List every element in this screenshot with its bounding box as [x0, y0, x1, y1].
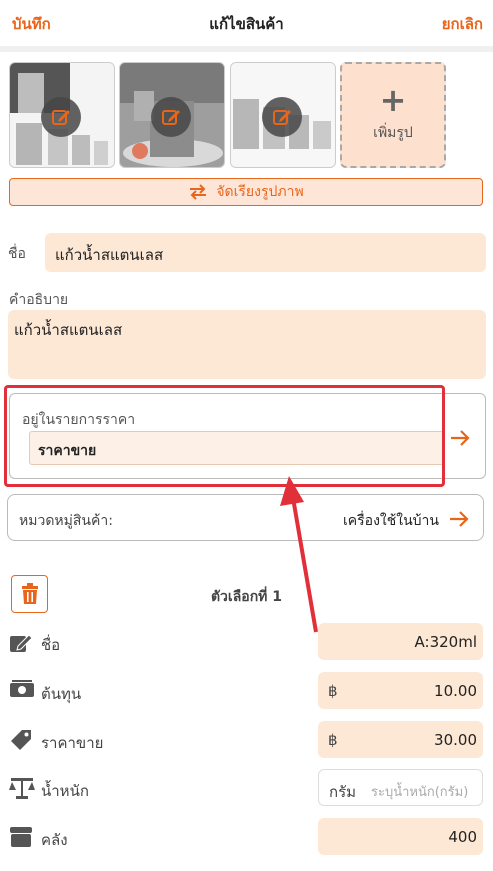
category-label: หมวดหมู่สินค้า: — [19, 513, 113, 529]
variant-name-field[interactable]: A:320ml — [318, 623, 483, 660]
plus-icon: + — [379, 81, 407, 119]
cost-value: 10.00 — [434, 682, 477, 700]
currency-prefix: ฿ — [328, 682, 338, 700]
arrange-photos-label: จัดเรียงรูปภาพ — [216, 184, 304, 200]
swap-arrows-icon — [190, 184, 207, 200]
money-icon — [10, 680, 34, 697]
annotation-arrow — [280, 476, 318, 633]
arrange-photos-button[interactable]: จัดเรียงรูปภาพ — [9, 178, 483, 206]
edit-photo-1-button[interactable] — [41, 97, 81, 137]
edit-photo-2-button[interactable] — [151, 97, 191, 137]
description-label: คำอธิบาย — [9, 292, 69, 308]
price-value: 30.00 — [434, 731, 477, 749]
cost-label: ต้นทุน — [41, 685, 82, 703]
product-photo-1[interactable] — [9, 62, 115, 168]
weight-unit: กรัม — [329, 783, 357, 801]
product-photo-3[interactable] — [230, 62, 336, 168]
page-title: แก้ไขสินค้า — [209, 15, 284, 33]
product-photo-2[interactable] — [119, 62, 225, 168]
product-name-field[interactable]: แก้วน้ำสแตนเลส — [45, 233, 486, 272]
variant-title: ตัวเลือกที่ 1 — [210, 589, 283, 605]
stock-label: คลัง — [41, 831, 68, 849]
category-value: เครื่องใช้ในบ้าน — [343, 513, 439, 529]
cancel-button[interactable]: ยกเลิก — [442, 12, 483, 36]
cost-field[interactable]: ฿ 10.00 — [318, 672, 483, 709]
top-bar: บันทึก แก้ไขสินค้า ยกเลิก — [0, 0, 493, 46]
weight-placeholder: ระบุน้ำหนัก(กรัม) — [371, 785, 469, 800]
currency-prefix: ฿ — [328, 731, 338, 749]
stock-field[interactable]: 400 — [318, 818, 483, 855]
stock-value: 400 — [448, 828, 477, 846]
name-label: ชื่อ — [8, 246, 26, 262]
weight-label: น้ำหนัก — [41, 782, 89, 800]
variant-name-value: A:320ml — [414, 633, 477, 651]
add-photo-button[interactable]: + เพิ่มรูป — [340, 62, 446, 168]
price-tag-icon — [11, 730, 31, 750]
pencil-icon — [52, 110, 70, 125]
scale-icon — [9, 778, 35, 799]
add-photo-label: เพิ่มรูป — [373, 125, 413, 141]
pencil-icon — [162, 110, 180, 125]
price-label: ราคาขาย — [41, 734, 104, 752]
category-selector[interactable]: หมวดหมู่สินค้า: เครื่องใช้ในบ้าน — [7, 494, 484, 541]
product-description-field[interactable]: แก้วน้ำสแตนเลส — [8, 310, 486, 379]
annotation-highlight-box — [4, 385, 445, 487]
pencil-icon — [273, 110, 291, 125]
arrow-right-icon — [450, 511, 469, 527]
weight-field[interactable]: กรัม ระบุน้ำหนัก(กรัม) — [318, 769, 483, 806]
edit-icon — [10, 634, 33, 652]
arrow-right-icon[interactable] — [448, 426, 472, 450]
header-divider — [0, 46, 493, 52]
price-field[interactable]: ฿ 30.00 — [318, 721, 483, 758]
edit-photo-3-button[interactable] — [262, 97, 302, 137]
variant-name-label: ชื่อ — [41, 636, 61, 654]
stock-icon — [10, 827, 32, 847]
